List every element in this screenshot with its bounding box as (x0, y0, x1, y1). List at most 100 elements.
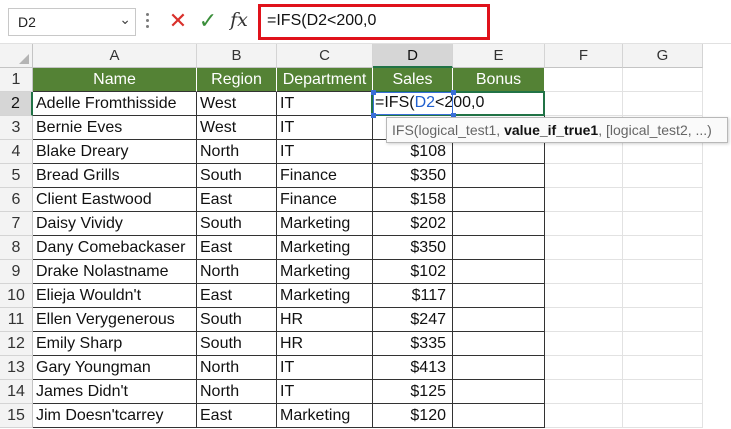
table-cell[interactable]: IT (277, 140, 373, 164)
table-cell[interactable]: Emily Sharp (33, 332, 197, 356)
column-header-e[interactable]: E (453, 44, 545, 68)
row-header-15[interactable]: 15 (0, 404, 33, 428)
empty-cell[interactable] (623, 260, 703, 284)
insert-function-icon[interactable]: fx (226, 9, 252, 33)
table-header-bonus[interactable]: Bonus (453, 68, 545, 92)
table-header-sales[interactable]: Sales (373, 68, 453, 92)
table-cell[interactable]: South (197, 332, 277, 356)
table-cell[interactable]: Marketing (277, 212, 373, 236)
column-header-f[interactable]: F (545, 44, 623, 68)
table-cell[interactable]: East (197, 404, 277, 428)
row-header-3[interactable]: 3 (0, 116, 33, 140)
table-cell[interactable]: Ellen Verygenerous (33, 308, 197, 332)
table-cell[interactable]: Marketing (277, 284, 373, 308)
empty-cell[interactable] (545, 140, 623, 164)
table-cell[interactable]: Drake Nolastname (33, 260, 197, 284)
empty-cell[interactable] (623, 212, 703, 236)
table-cell[interactable]: IT (277, 356, 373, 380)
reference-handle[interactable] (371, 113, 376, 118)
table-cell[interactable]: Marketing (277, 236, 373, 260)
empty-cell[interactable] (545, 68, 623, 92)
table-cell[interactable]: South (197, 308, 277, 332)
empty-cell[interactable] (623, 68, 703, 92)
row-header-5[interactable]: 5 (0, 164, 33, 188)
table-cell[interactable]: $413 (373, 356, 453, 380)
table-cell[interactable]: Finance (277, 164, 373, 188)
empty-cell[interactable] (545, 284, 623, 308)
enter-check-icon[interactable]: ✓ (196, 9, 220, 33)
empty-cell[interactable] (545, 404, 623, 428)
empty-cell[interactable] (623, 356, 703, 380)
select-all-corner[interactable] (0, 44, 33, 68)
more-options-icon[interactable] (146, 13, 150, 31)
table-cell[interactable]: $117 (373, 284, 453, 308)
name-box[interactable]: D2 ⌄ (8, 8, 136, 36)
row-header-12[interactable]: 12 (0, 332, 33, 356)
reference-handle[interactable] (451, 90, 456, 95)
empty-cell[interactable] (623, 92, 703, 116)
table-cell[interactable]: Daisy Vividy (33, 212, 197, 236)
row-header-7[interactable]: 7 (0, 212, 33, 236)
table-cell[interactable] (453, 356, 545, 380)
empty-cell[interactable] (623, 164, 703, 188)
table-cell[interactable]: North (197, 380, 277, 404)
table-cell[interactable]: IT (277, 92, 373, 116)
empty-cell[interactable] (623, 380, 703, 404)
table-cell[interactable]: Gary Youngman (33, 356, 197, 380)
table-cell[interactable]: $108 (373, 140, 453, 164)
table-cell[interactable]: $247 (373, 308, 453, 332)
table-cell[interactable]: South (197, 212, 277, 236)
table-cell[interactable] (453, 284, 545, 308)
column-header-g[interactable]: G (623, 44, 703, 68)
column-header-c[interactable]: C (277, 44, 373, 68)
tooltip-rest[interactable]: , [logical_test2, ...) (598, 122, 712, 138)
table-cell[interactable] (453, 140, 545, 164)
table-cell[interactable]: $350 (373, 164, 453, 188)
table-cell[interactable]: Elieja Wouldn't (33, 284, 197, 308)
empty-cell[interactable] (545, 332, 623, 356)
chevron-down-icon[interactable]: ⌄ (119, 11, 131, 28)
empty-cell[interactable] (545, 308, 623, 332)
table-cell[interactable] (453, 332, 545, 356)
table-cell[interactable]: North (197, 140, 277, 164)
empty-cell[interactable] (623, 332, 703, 356)
empty-cell[interactable] (545, 212, 623, 236)
table-cell[interactable]: $335 (373, 332, 453, 356)
table-cell[interactable]: James Didn't (33, 380, 197, 404)
tooltip-arg-current[interactable]: value_if_true1 (504, 122, 598, 138)
empty-cell[interactable] (623, 236, 703, 260)
table-cell[interactable] (453, 380, 545, 404)
formula-input[interactable]: =IFS(D2<200,0 (258, 4, 490, 40)
empty-cell[interactable] (623, 188, 703, 212)
reference-handle[interactable] (371, 90, 376, 95)
row-header-6[interactable]: 6 (0, 188, 33, 212)
table-cell[interactable] (453, 260, 545, 284)
row-header-11[interactable]: 11 (0, 308, 33, 332)
table-cell[interactable]: IT (277, 116, 373, 140)
table-cell[interactable]: South (197, 164, 277, 188)
empty-cell[interactable] (545, 188, 623, 212)
table-cell[interactable]: Blake Dreary (33, 140, 197, 164)
table-cell[interactable]: Bread Grills (33, 164, 197, 188)
empty-cell[interactable] (545, 164, 623, 188)
row-header-9[interactable]: 9 (0, 260, 33, 284)
empty-cell[interactable] (623, 140, 703, 164)
empty-cell[interactable] (545, 92, 623, 116)
table-cell[interactable]: Client Eastwood (33, 188, 197, 212)
table-header-region[interactable]: Region (197, 68, 277, 92)
empty-cell[interactable] (545, 356, 623, 380)
table-cell[interactable]: East (197, 236, 277, 260)
table-cell[interactable] (453, 164, 545, 188)
table-cell[interactable]: East (197, 188, 277, 212)
table-cell[interactable] (453, 404, 545, 428)
table-cell[interactable]: $102 (373, 260, 453, 284)
table-cell[interactable]: Marketing (277, 260, 373, 284)
table-cell[interactable] (453, 188, 545, 212)
column-header-a[interactable]: A (33, 44, 197, 68)
table-cell[interactable] (453, 308, 545, 332)
row-header-10[interactable]: 10 (0, 284, 33, 308)
tooltip-function[interactable]: IFS( (392, 122, 418, 138)
empty-cell[interactable] (623, 308, 703, 332)
column-header-b[interactable]: B (197, 44, 277, 68)
row-header-8[interactable]: 8 (0, 236, 33, 260)
